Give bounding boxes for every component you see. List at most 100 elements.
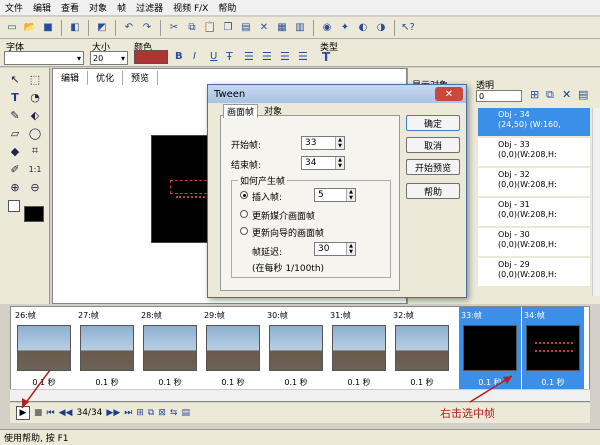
transform-tool-icon[interactable]: ⬖ [28,108,42,122]
update-media-radio[interactable] [240,210,248,218]
chevron-down-icon: ▾ [120,53,125,63]
spinner-arrows-icon[interactable]: ▲ ▼ [346,243,355,255]
frame-delay-value: 30 [318,244,330,254]
underline-button[interactable]: U [210,51,217,62]
justify-icon[interactable]: ☰ [298,50,308,63]
object-row[interactable]: Obj - 33 (0,0)(W:208,H: [478,138,590,166]
palette-icon[interactable]: ◩ [94,20,110,36]
insert-frames-input[interactable]: 5 ▲ ▼ [314,188,356,202]
tab-objects[interactable]: 对象 [261,104,285,117]
browser-icon[interactable]: ◉ [319,20,335,36]
open-folder-icon[interactable]: 📂 [22,20,38,36]
object-row[interactable]: Obj - 30 (0,0)(W:208,H: [478,228,590,256]
object-row[interactable]: Obj - 32 (0,0)(W:208,H: [478,168,590,196]
align-right-icon[interactable]: ☰ [280,50,290,63]
paste-icon[interactable]: 📋 [202,20,218,36]
text-type-icon[interactable]: T [322,50,330,64]
object-list-scrollbar[interactable] [592,108,600,296]
delete-icon[interactable]: ✕ [256,20,272,36]
layers-icon[interactable]: ▥ [292,20,308,36]
update-wizard-radio[interactable] [240,227,248,235]
spinner-arrows-icon[interactable]: ▲ ▼ [346,189,355,201]
rotate-tool-icon[interactable]: ◔ [28,90,42,104]
redo-icon[interactable]: ↷ [139,20,155,36]
copy-object-icon[interactable]: ⧉ [546,88,554,102]
foreground-color-swatch[interactable] [24,206,44,222]
copy-icon[interactable]: ⧉ [184,20,200,36]
crop-tool-icon[interactable]: ⌗ [28,144,42,158]
object-info: (0,0)(W:208,H: [498,180,557,189]
preview-icon[interactable]: ◑ [373,20,389,36]
wizard-icon[interactable]: ✦ [337,20,353,36]
font-size-select[interactable]: 20 ▾ [90,51,128,65]
insert-frames-label: 插入帧: [252,193,283,203]
stack-icon[interactable]: ▤ [238,20,254,36]
object-row[interactable]: Obj - 34 (24,50) (W:160, [478,108,590,136]
start-frame-label: 开始帧: [231,141,262,151]
dialog-title: Tween [214,88,246,100]
stage-tabs: 编辑 优化 预览 [53,71,159,85]
start-frame-input[interactable]: 33 ▲ ▼ [301,136,345,150]
delete-object-icon[interactable]: ✕ [562,88,571,101]
close-icon[interactable]: ✕ [435,87,463,101]
dialog-titlebar: Tween ✕ [208,85,466,103]
background-color-swatch[interactable] [8,200,20,212]
start-preview-button[interactable]: 开始预览 [406,159,460,175]
zoom-out-icon[interactable]: ⊖ [28,180,42,194]
menu-view[interactable]: 查看 [56,1,84,14]
italic-button[interactable]: I [193,51,196,62]
spinner-arrows-icon[interactable]: ▲ ▼ [335,137,344,149]
frame-delay-input[interactable]: 30 ▲ ▼ [314,242,356,256]
tab-preview[interactable]: 预览 [123,71,159,85]
strikethrough-icon[interactable]: Ŧ [226,50,233,63]
menu-object[interactable]: 对象 [84,1,112,14]
transparency-input[interactable]: 0 [476,90,522,102]
eyedropper-tool-icon[interactable]: ✐ [8,162,22,176]
align-center-icon[interactable]: ☰ [262,50,272,63]
object-icon[interactable]: ◧ [67,20,83,36]
bold-button[interactable]: B [175,51,183,62]
menu-frame[interactable]: 帧 [112,1,131,14]
pointer-tool-icon[interactable]: ↖ [8,72,22,86]
actual-size-icon[interactable]: 1:1 [28,162,42,176]
insert-frames-radio[interactable] [240,191,248,199]
menu-filter[interactable]: 过滤器 [131,1,168,14]
end-frame-input[interactable]: 34 ▲ ▼ [301,156,345,170]
object-properties-icon[interactable]: ▤ [578,88,588,101]
grid-icon[interactable]: ▦ [274,20,290,36]
tab-optimize[interactable]: 优化 [88,71,124,85]
font-size-value: 20 [93,53,104,63]
text-color-swatch[interactable] [134,50,168,64]
cut-icon[interactable]: ✂ [166,20,182,36]
cancel-button[interactable]: 取消 [406,137,460,153]
object-row[interactable]: Obj - 31 (0,0)(W:208,H: [478,198,590,226]
lasso-tool-icon[interactable]: ◯ [28,126,42,140]
tab-frames[interactable]: 画面帧 [223,104,259,118]
text-tool-icon[interactable]: T [8,90,22,104]
spinner-arrows-icon[interactable]: ▲ ▼ [335,157,344,169]
eraser-tool-icon[interactable]: ▱ [8,126,22,140]
menu-videofx[interactable]: 视频 F/X [168,1,213,14]
tab-edit[interactable]: 编辑 [53,71,89,85]
help-button[interactable]: 帮助 [406,183,460,199]
menu-help[interactable]: 帮助 [213,1,241,14]
select-tool-icon[interactable]: ⬚ [28,72,42,86]
font-select[interactable]: ▾ [4,51,84,65]
save-icon[interactable]: ■ [40,20,56,36]
brush-tool-icon[interactable]: ✎ [8,108,22,122]
object-info: (0,0)(W:208,H: [498,210,557,219]
duplicate-icon[interactable]: ❐ [220,20,236,36]
text-object-selection[interactable] [170,180,212,194]
context-help-icon[interactable]: ↖? [400,20,416,36]
fill-tool-icon[interactable]: ◆ [8,144,22,158]
menu-edit[interactable]: 编辑 [28,1,56,14]
add-object-icon[interactable]: ⊞ [530,88,539,101]
optimize-icon[interactable]: ◐ [355,20,371,36]
undo-icon[interactable]: ↶ [121,20,137,36]
menu-file[interactable]: 文件 [0,1,28,14]
ok-button[interactable]: 确定 [406,115,460,131]
object-row[interactable]: Obj - 29 (0,0)(W:208,H: [478,258,590,286]
align-left-icon[interactable]: ☰ [244,50,254,63]
zoom-in-icon[interactable]: ⊕ [8,180,22,194]
new-file-icon[interactable]: ▭ [4,20,20,36]
